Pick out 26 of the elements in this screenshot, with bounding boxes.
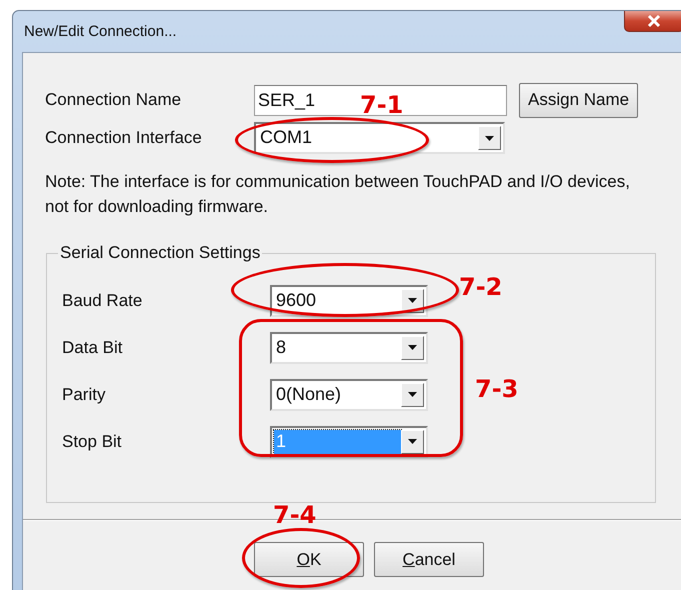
annotation-label: 7-4 (273, 501, 316, 529)
field-label: Connection Name (45, 90, 182, 110)
group-title: Serial Connection Settings (59, 243, 262, 263)
note-text: Note: The interface is for communication between TouchPAD and I/O devices, not for downloading firmware. (45, 171, 630, 218)
dropdown-arrow-icon (408, 439, 417, 444)
field-label: Parity (62, 384, 106, 404)
annotation-label: 7-2 (459, 273, 502, 301)
cancel-button[interactable]: Cancel (374, 542, 484, 577)
dropdown-arrow-icon (408, 298, 417, 303)
field-label: Baud Rate (62, 290, 144, 310)
setting-dropdown[interactable]: 8 (270, 332, 428, 364)
dropdown-arrow-icon (408, 345, 417, 350)
dropdown-arrow-icon (485, 136, 494, 140)
field-label: Data Bit (62, 338, 124, 358)
dropdown-arrow-icon (408, 392, 417, 397)
setting-dropdown[interactable]: 9600 (270, 284, 428, 316)
close-icon (646, 14, 662, 28)
interface-dropdown[interactable]: COM1 (254, 122, 505, 154)
close-button[interactable] (624, 11, 681, 32)
ok-button[interactable]: OK (254, 542, 364, 577)
setting-dropdown[interactable]: 0(None) (270, 378, 428, 410)
field-label: Connection Interface (45, 128, 203, 148)
field-label: Stop Bit (62, 432, 123, 452)
assign-name-button[interactable]: Assign Name (519, 82, 638, 118)
window-title: New/Edit Connection... (24, 23, 177, 40)
annotation-label: 7-3 (475, 375, 518, 403)
